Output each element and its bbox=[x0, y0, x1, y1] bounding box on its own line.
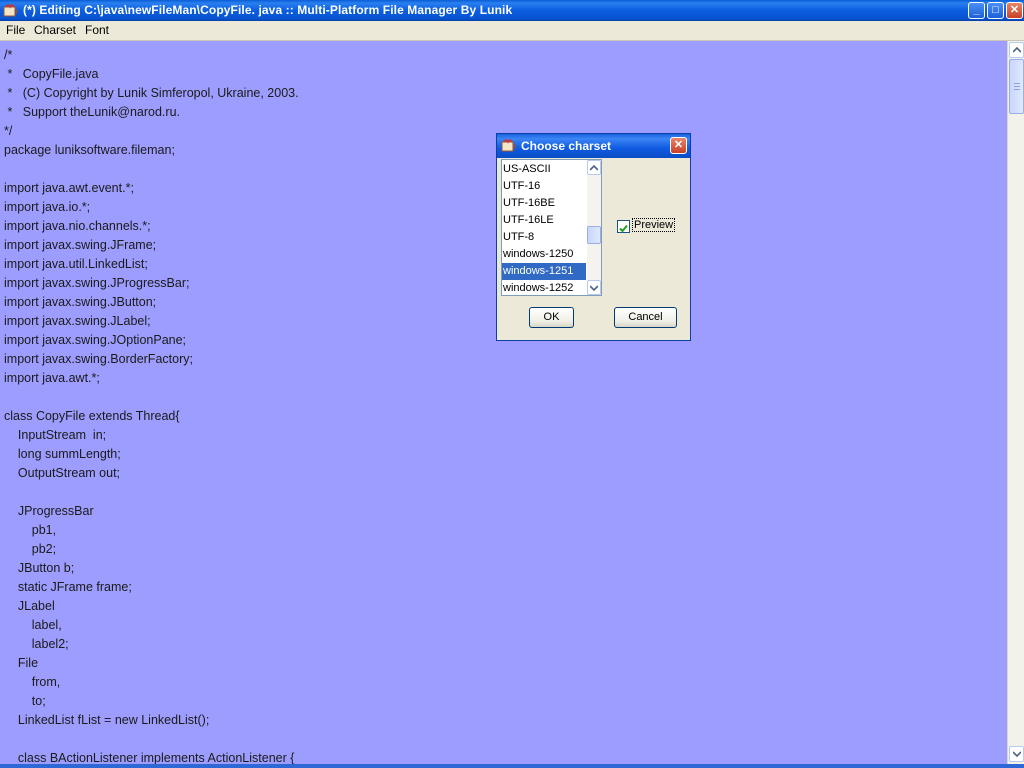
scroll-down-button[interactable] bbox=[1009, 746, 1024, 762]
code-line[interactable]: import javax.swing.JProgressBar; bbox=[4, 274, 299, 293]
code-line[interactable]: label2; bbox=[4, 635, 299, 654]
code-line[interactable]: import java.nio.channels.*; bbox=[4, 217, 299, 236]
arrow-down-icon bbox=[590, 285, 598, 291]
code-line[interactable]: long summLength; bbox=[4, 445, 299, 464]
arrow-up-icon bbox=[1013, 47, 1021, 53]
code-line[interactable]: JButton b; bbox=[4, 559, 299, 578]
dialog-title: Choose charset bbox=[521, 139, 612, 153]
close-button[interactable]: ✕ bbox=[1006, 2, 1023, 19]
app-icon bbox=[501, 139, 516, 152]
charset-list-item[interactable]: windows-1250 bbox=[502, 246, 586, 263]
ok-button[interactable]: OK bbox=[529, 307, 574, 328]
code-line[interactable]: import java.io.*; bbox=[4, 198, 299, 217]
app-icon bbox=[3, 4, 18, 17]
code-line[interactable]: import javax.swing.JOptionPane; bbox=[4, 331, 299, 350]
charset-list-scrollbar[interactable] bbox=[587, 160, 601, 295]
preview-label[interactable]: Preview bbox=[631, 218, 676, 232]
code-line[interactable]: JLabel bbox=[4, 597, 299, 616]
list-scroll-up-button[interactable] bbox=[587, 160, 601, 175]
code-line[interactable]: import javax.swing.JFrame; bbox=[4, 236, 299, 255]
code-line[interactable]: static JFrame frame; bbox=[4, 578, 299, 597]
menu-charset[interactable]: Charset bbox=[34, 23, 76, 37]
arrow-down-icon bbox=[1013, 751, 1021, 757]
code-line[interactable]: OutputStream out; bbox=[4, 464, 299, 483]
title-bar[interactable]: (*) Editing C:\java\newFileMan\CopyFile.… bbox=[0, 0, 1024, 21]
code-line[interactable]: import javax.swing.JLabel; bbox=[4, 312, 299, 331]
dialog-title-bar[interactable]: Choose charset ✕ bbox=[497, 134, 690, 158]
code-line[interactable]: class CopyFile extends Thread{ bbox=[4, 407, 299, 426]
code-line[interactable]: label, bbox=[4, 616, 299, 635]
vertical-scrollbar[interactable] bbox=[1007, 41, 1024, 764]
preview-checkbox[interactable] bbox=[617, 220, 630, 233]
code-line[interactable]: import java.util.LinkedList; bbox=[4, 255, 299, 274]
maximize-button[interactable]: □ bbox=[987, 2, 1004, 19]
code-line[interactable]: to; bbox=[4, 692, 299, 711]
code-line[interactable]: from, bbox=[4, 673, 299, 692]
scroll-thumb[interactable] bbox=[1009, 59, 1024, 114]
charset-list-item[interactable]: UTF-16 bbox=[502, 178, 586, 195]
list-scroll-thumb[interactable] bbox=[587, 226, 601, 244]
code-line[interactable]: * CopyFile.java bbox=[4, 65, 299, 84]
code-line[interactable]: * Support theLunik@narod.ru. bbox=[4, 103, 299, 122]
charset-list-item[interactable]: windows-1252 bbox=[502, 280, 586, 295]
code-line[interactable]: InputStream in; bbox=[4, 426, 299, 445]
code-line[interactable]: import java.awt.event.*; bbox=[4, 179, 299, 198]
menu-file[interactable]: File bbox=[6, 23, 25, 37]
code-line[interactable] bbox=[4, 388, 299, 407]
code-line[interactable]: /* bbox=[4, 46, 299, 65]
minimize-button[interactable]: _ bbox=[968, 2, 985, 19]
cancel-button[interactable]: Cancel bbox=[614, 307, 677, 328]
dialog-close-button[interactable]: ✕ bbox=[670, 137, 687, 154]
arrow-up-icon bbox=[590, 165, 598, 171]
code-line[interactable]: class BActionListener implements ActionL… bbox=[4, 749, 299, 764]
code-line[interactable]: import javax.swing.JButton; bbox=[4, 293, 299, 312]
choose-charset-dialog: Choose charset ✕ windows-1252 windows-125… bbox=[496, 133, 691, 341]
code-line[interactable] bbox=[4, 160, 299, 179]
code-line[interactable]: */ bbox=[4, 122, 299, 141]
taskbar-edge bbox=[0, 764, 1024, 768]
window-title: (*) Editing C:\java\newFileMan\CopyFile.… bbox=[23, 3, 513, 17]
charset-list-item[interactable]: windows-1251 bbox=[502, 263, 586, 280]
charset-list-item[interactable]: UTF-16BE bbox=[502, 195, 586, 212]
scroll-up-button[interactable] bbox=[1009, 42, 1024, 58]
charset-list-item[interactable]: UTF-16LE bbox=[502, 212, 586, 229]
code-line[interactable]: * (C) Copyright by Lunik Simferopol, Ukr… bbox=[4, 84, 298, 103]
charset-list-item[interactable]: US-ASCII bbox=[502, 161, 586, 178]
code-line[interactable]: pb1, bbox=[4, 521, 299, 540]
charset-list[interactable]: windows-1252 windows-1251 windows-1250 UTF-… bbox=[501, 159, 602, 296]
code-line[interactable]: pb2; bbox=[4, 540, 299, 559]
code-text[interactable]: /* * CopyFile.java * (C) Copyright by Lu… bbox=[4, 46, 299, 764]
code-line[interactable]: JProgressBar bbox=[4, 502, 299, 521]
code-line[interactable]: import javax.swing.BorderFactory; bbox=[4, 350, 299, 369]
menu-bar: File Charset Font bbox=[0, 21, 1024, 41]
checkmark-icon bbox=[619, 224, 628, 233]
code-line[interactable] bbox=[4, 730, 299, 749]
list-scroll-down-button[interactable] bbox=[587, 280, 601, 295]
menu-font[interactable]: Font bbox=[85, 23, 109, 37]
code-line[interactable]: import java.awt.*; bbox=[4, 369, 299, 388]
charset-list-item[interactable]: UTF-8 bbox=[502, 229, 586, 246]
code-line[interactable]: File bbox=[4, 654, 299, 673]
code-line[interactable]: LinkedList fList = new LinkedList(); bbox=[4, 711, 299, 730]
code-line[interactable] bbox=[4, 483, 299, 502]
code-line[interactable]: package luniksoftware.fileman; bbox=[4, 141, 299, 160]
